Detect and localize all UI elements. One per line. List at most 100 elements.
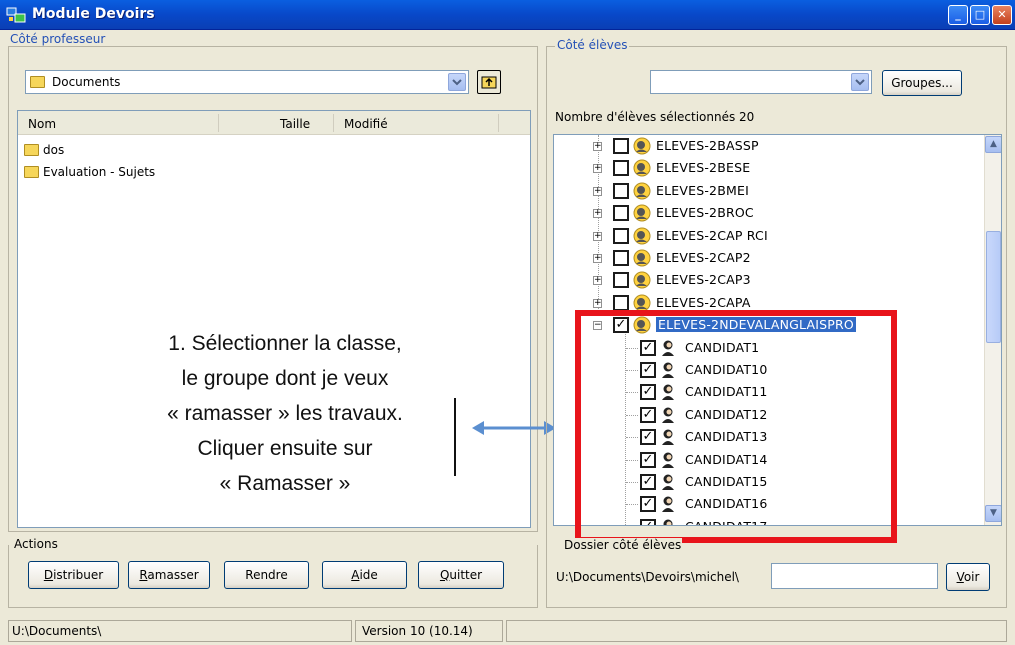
group-checkbox[interactable] [613,272,629,289]
button-label: Rendre [245,568,288,582]
button-label: istribuer [53,568,104,582]
button-accelerator: Q [439,568,450,582]
group-label: ELEVES-2BROC [656,205,754,221]
button-label: uitter [449,568,483,582]
close-button[interactable]: ✕ [992,5,1012,25]
group-checkbox[interactable] [613,227,629,244]
group-checkbox[interactable] [613,205,629,222]
tree-group-row[interactable]: + ELEVES-2CAP2 [554,248,974,270]
group-icon [633,271,651,289]
group-label: ELEVES-2BMEI [656,182,749,198]
ramasser-button[interactable]: Ramasser [128,561,210,589]
annotation-line: 1. Sélectionner la classe, [168,332,402,355]
button-label: amasser [147,568,199,582]
window-title: Module Devoirs [32,6,155,22]
up-folder-button[interactable] [477,70,501,94]
student-side-label: Côté élèves [555,38,630,52]
expand-toggle-icon[interactable]: + [593,186,602,196]
location-combo-value: Documents [52,75,121,89]
maximize-button[interactable]: □ [970,5,990,25]
button-label: ide [359,568,378,582]
expand-toggle-icon[interactable]: + [593,254,602,263]
group-label: ELEVES-2BESE [656,160,751,176]
annotation-separator [454,398,456,476]
groupes-button[interactable]: Groupes... [882,70,962,96]
group-checkbox[interactable] [613,160,629,177]
folder-icon [24,144,39,156]
button-accelerator: D [43,568,54,582]
annotation-line: le groupe dont je veux [181,367,389,390]
minimize-button[interactable]: _ [948,5,968,25]
status-version: Version 10 (10.14) [355,620,503,642]
expand-toggle-icon[interactable]: + [593,142,602,151]
tree-group-row[interactable]: + ELEVES-2BMEI [554,181,974,203]
tree-group-row[interactable]: + ELEVES-2BROC [554,203,974,225]
expand-toggle-icon[interactable]: + [593,231,602,241]
teacher-side-label: Côté professeur [8,32,108,46]
column-modified[interactable]: Modifié [344,117,388,131]
tree-group-row[interactable]: + ELEVES-2CAP3 [554,270,974,292]
student-folder-input[interactable] [771,563,938,589]
group-checkbox[interactable] [613,250,629,266]
button-accelerator: V [956,570,964,584]
app-icon [6,6,26,24]
column-divider [333,114,334,132]
expand-toggle-icon[interactable]: + [593,298,602,308]
student-folder-path: U:\Documents\Devoirs\michel\ [556,570,739,584]
voir-button[interactable]: Voir [946,563,990,591]
status-empty [506,620,1007,642]
annotation-line: « ramasser » les travaux. [167,402,403,425]
expand-toggle-icon[interactable]: + [593,276,602,286]
rendre-button[interactable]: Rendre [224,561,309,589]
tree-group-row[interactable]: + ELEVES-2CAP RCI [554,226,974,248]
aide-button[interactable]: Aide [322,561,407,589]
group-icon [633,182,651,200]
group-checkbox[interactable] [613,294,629,311]
scroll-thumb[interactable] [986,231,1001,343]
group-checkbox[interactable] [613,138,629,154]
folder-icon [24,166,39,178]
group-label: ELEVES-2CAP RCI [656,227,768,243]
column-divider [498,114,499,132]
button-label: oir [963,570,980,584]
groups-combo[interactable] [650,70,872,94]
actions-label: Actions [14,537,58,551]
group-label: ELEVES-2CAPA [656,294,751,310]
tree-group-row[interactable]: + ELEVES-2BESE [554,158,974,180]
tree-group-row[interactable]: + ELEVES-2BASSP [554,136,974,158]
selected-count: Nombre d'élèves sélectionnés 20 [555,110,755,124]
group-label: ELEVES-2BASSP [656,138,759,153]
group-label: ELEVES-2CAP3 [656,272,751,288]
file-name: Evaluation - Sujets [43,165,156,179]
chevron-down-icon[interactable] [851,73,869,91]
chevron-down-icon[interactable] [448,73,466,91]
double-arrow-icon [472,421,556,435]
column-name[interactable]: Nom [28,117,56,131]
status-path: U:\Documents\ [8,620,352,642]
group-icon [633,204,651,222]
up-folder-icon [481,76,497,89]
group-icon [633,159,651,177]
location-combo[interactable]: Documents [25,70,469,94]
title-bar: Module Devoirs _ □ ✕ [0,0,1015,30]
scroll-up-button[interactable]: ▲ [985,136,1001,153]
tree-scrollbar[interactable]: ▲ ▼ [984,135,1001,525]
folder-icon [30,76,45,88]
column-divider [218,114,219,132]
group-icon [633,227,651,245]
annotation-line: Cliquer ensuite sur [197,437,373,460]
group-icon [633,137,651,155]
expand-toggle-icon[interactable]: + [593,209,602,219]
highlight-box [575,310,897,543]
group-checkbox[interactable] [613,182,629,199]
file-list-header: Nom Taille Modifié [18,111,530,135]
quitter-button[interactable]: Quitter [418,561,504,589]
scroll-down-button[interactable]: ▼ [985,505,1001,522]
distribuer-button[interactable]: Distribuer [28,561,119,589]
annotation-text: 1. Sélectionner la classe, le groupe don… [120,326,450,501]
annotation-line: « Ramasser » [219,472,351,495]
file-name: dos [43,143,65,157]
expand-toggle-icon[interactable]: + [593,164,602,174]
group-icon [633,249,651,267]
column-size[interactable]: Taille [280,117,310,131]
